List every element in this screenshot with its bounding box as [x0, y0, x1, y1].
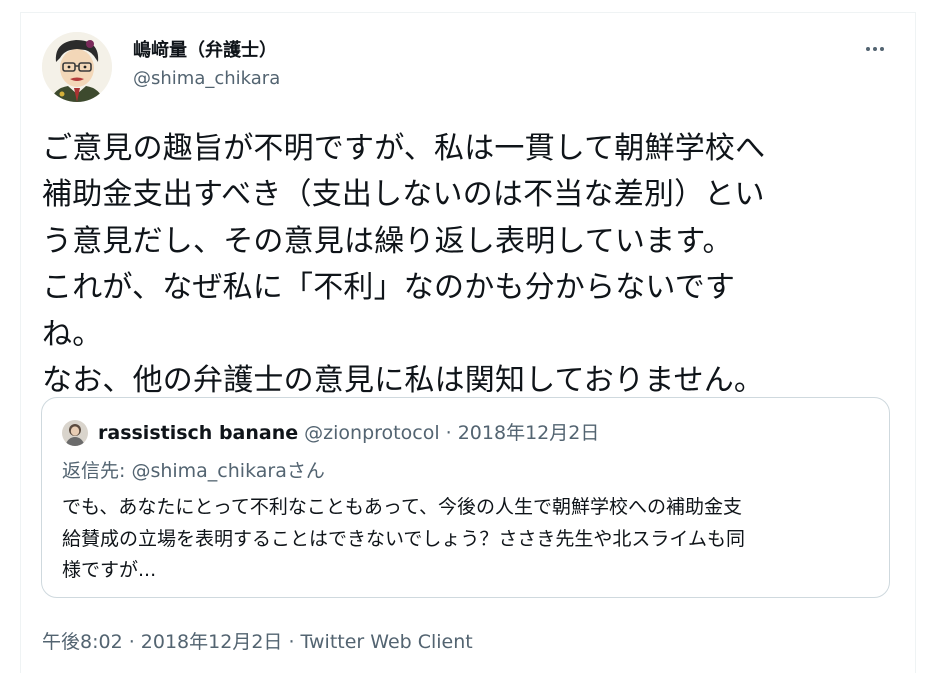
author-avatar[interactable]	[42, 32, 112, 102]
quoted-avatar-image	[62, 420, 88, 446]
more-horizontal-icon	[866, 47, 870, 51]
author-handle[interactable]: @shima_chikara	[133, 68, 280, 89]
tweet-text-line: ご意見の趣旨が不明ですが、私は一貫して朝鮮学校へ	[42, 131, 766, 166]
avatar-illustration	[42, 32, 112, 102]
quoted-header: rassistisch banane @zionprotocol · 2018年…	[98, 420, 599, 446]
tweet-text-line: ね。	[42, 316, 103, 352]
quoted-author-avatar	[62, 420, 88, 446]
more-options-button[interactable]	[858, 34, 892, 64]
quoted-separator: ·	[439, 422, 458, 444]
quoted-reply-to: 返信先: @shima_chikaraさん	[62, 460, 325, 482]
more-horizontal-icon-dot	[873, 47, 877, 51]
tweet-date[interactable]: 2018年12月2日	[141, 631, 283, 653]
quoted-body-line: 給賛成の立場を表明することはできないでしょう？ささき先生や北スライムも同	[62, 527, 746, 550]
tweet-text-line: これが、なぜ私に「不利」なのかも分からないです	[42, 270, 736, 306]
quoted-author-handle: @zionprotocol	[304, 422, 440, 444]
tweet-text-line: う意見だし、その意見は繰り返し表明しています。	[42, 223, 733, 259]
tweet-footer: 午後8:02 · 2018年12月2日 · Twitter Web Client	[42, 627, 473, 654]
more-horizontal-icon-dot	[880, 47, 884, 51]
quoted-date: 2018年12月2日	[457, 422, 600, 444]
tweet-text-line: 補助金支出すべき（支出しないのは不当な差別）とい	[42, 177, 765, 213]
tweet-time[interactable]: 午後8:02	[42, 631, 123, 653]
footer-separator: ·	[122, 631, 141, 653]
author-display-name[interactable]: 嶋﨑量（弁護士）	[133, 36, 277, 62]
tweet-text: ご意見の趣旨が不明ですが、私は一貫して朝鮮学校へ 補助金支出すべき（支出しないの…	[42, 126, 902, 404]
quoted-body: でも、あなたにとって不利なこともあって、今後の人生で朝鮮学校への補助金支 給賛成…	[62, 492, 882, 587]
quoted-body-line: でも、あなたにとって不利なこともあって、今後の人生で朝鮮学校への補助金支	[62, 496, 743, 518]
quoted-tweet[interactable]: rassistisch banane @zionprotocol · 2018年…	[41, 397, 890, 598]
footer-separator: ·	[282, 631, 301, 653]
quoted-body-line: 様ですが...	[62, 559, 157, 581]
quoted-author-name: rassistisch banane	[98, 422, 299, 444]
tweet-client[interactable]: Twitter Web Client	[301, 631, 473, 653]
